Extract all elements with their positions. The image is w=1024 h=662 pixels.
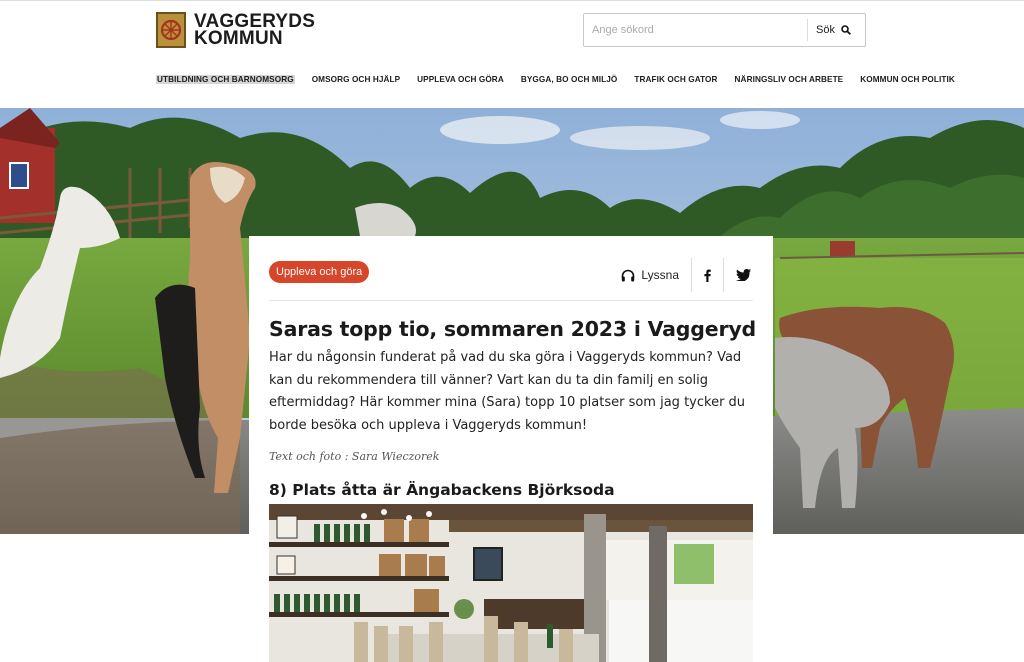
share-facebook-button[interactable] (691, 258, 723, 292)
share-twitter-button[interactable] (723, 258, 751, 292)
search-box: Sök (583, 13, 866, 47)
category-tag[interactable]: Uppleva och göra (269, 261, 370, 283)
article-byline: Text och foto : Sara Wieczorek (269, 450, 440, 463)
logo-wordmark: VAGGERYDS KOMMUN (194, 12, 315, 49)
nav-item-utbildning[interactable]: UTBILDNING OCH BARNOMSORG (156, 75, 295, 84)
coat-of-arms-icon (156, 12, 186, 48)
site-logo[interactable]: VAGGERYDS KOMMUN (156, 12, 315, 48)
nav-item-bygga[interactable]: BYGGA, BO OCH MILJÖ (521, 75, 618, 84)
nav-item-trafik[interactable]: TRAFIK OCH GATOR (634, 75, 717, 84)
nav-item-uppleva[interactable]: UPPLEVA OCH GÖRA (417, 75, 504, 84)
main-navigation: UTBILDNING OCH BARNOMSORG OMSORG OCH HJÄ… (156, 75, 972, 84)
section-heading: 8) Plats åtta är Ängabackens Björksoda (269, 481, 615, 499)
article-title: Saras topp tio, sommaren 2023 i Vaggeryd (269, 317, 757, 341)
article-lead: Har du någonsin funderat på vad du ska g… (269, 350, 746, 433)
article-card: Uppleva och göra Lyssna Saras topp tio, … (249, 236, 773, 662)
nav-item-naringsliv[interactable]: NÄRINGSLIV OCH ARBETE (735, 75, 844, 84)
listen-label: Lyssna (641, 268, 679, 282)
search-input[interactable] (584, 14, 808, 46)
divider (269, 300, 753, 301)
listen-button[interactable]: Lyssna (621, 258, 691, 292)
nav-item-kommun[interactable]: KOMMUN OCH POLITIK (860, 75, 955, 84)
search-icon (841, 25, 851, 35)
logo-line-2: KOMMUN (194, 28, 283, 49)
facebook-icon (704, 269, 711, 282)
twitter-icon (736, 269, 751, 281)
site-header: VAGGERYDS KOMMUN Sök UTBILDNING OCH BARN… (0, 0, 1024, 108)
article-tools: Lyssna (621, 258, 751, 292)
headphones-icon (622, 269, 635, 281)
nav-item-omsorg[interactable]: OMSORG OCH HJÄLP (312, 75, 400, 84)
search-button[interactable]: Sök (807, 19, 865, 41)
section-photo (269, 504, 753, 662)
search-button-label: Sök (816, 24, 835, 36)
